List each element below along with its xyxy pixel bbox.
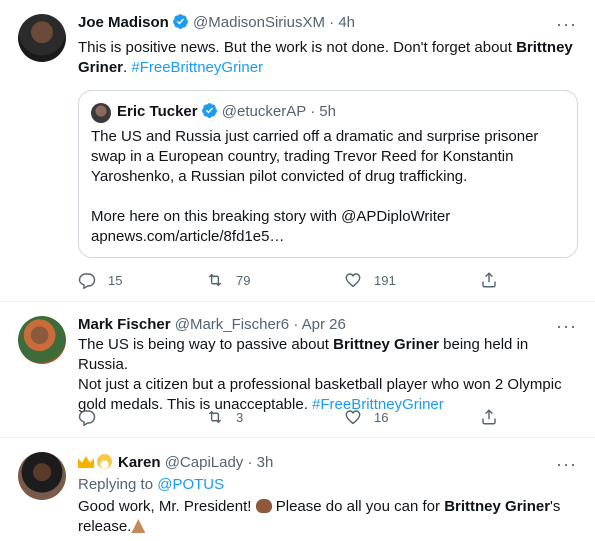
- avatar[interactable]: [18, 316, 66, 364]
- author-handle[interactable]: @CapiLady: [165, 454, 244, 471]
- quoted-tweet[interactable]: Eric Tucker @etuckerAP · 5h The US and R…: [78, 90, 578, 258]
- like-button[interactable]: 191: [344, 271, 396, 289]
- tweet-actions: 3 16: [78, 408, 498, 428]
- share-icon: [482, 272, 496, 288]
- tweet[interactable]: Joe Madison @MadisonSiriusXM · 4h ··· Th…: [0, 0, 595, 302]
- timestamp[interactable]: 4h: [338, 14, 355, 31]
- tweet[interactable]: Karen @CapiLady · 3h ··· Replying to @PO…: [0, 438, 595, 541]
- tweet-text-bold: Brittney: [516, 39, 573, 56]
- retweet-button[interactable]: 79: [206, 271, 250, 289]
- reply-button[interactable]: 15: [78, 271, 122, 289]
- like-count: 16: [374, 409, 389, 425]
- tweet-text-line: The US is being way to passive about Bri…: [78, 335, 578, 375]
- tweet-text: The US is being way to passive about Bri…: [78, 335, 578, 415]
- tweet-text-bold: Griner: [78, 59, 124, 76]
- verified-badge-icon: [201, 102, 218, 125]
- quoted-link-text[interactable]: apnews.com/article/8fd1e5…: [91, 227, 567, 247]
- retweet-icon: [208, 273, 222, 287]
- quoted-text-line: The US and Russia just carried off a dra…: [91, 128, 539, 145]
- hashtag-link[interactable]: #FreeBrittneyGriner: [131, 59, 263, 76]
- quoted-text: The US and Russia just carried off a dra…: [91, 127, 567, 247]
- share-icon: [482, 409, 496, 425]
- replying-to: Replying to @POTUS: [78, 475, 578, 495]
- author-name[interactable]: Karen: [118, 454, 161, 471]
- separator: ·: [293, 316, 299, 333]
- tweet-text-segment: release.: [78, 518, 132, 535]
- verified-badge-icon: [172, 13, 189, 36]
- tweet-text-segment: Good work, Mr. President!: [78, 498, 256, 515]
- tweet[interactable]: Mark Fischer @Mark_Fischer6 · Apr 26 ···…: [0, 302, 595, 438]
- tweet-text-segment: The US is being way to passive about: [78, 336, 334, 353]
- share-button[interactable]: [480, 408, 498, 426]
- author-handle[interactable]: @Mark_Fischer6: [175, 316, 289, 333]
- folded-hands-emoji-icon: [131, 519, 146, 533]
- quoted-text-line: swap in a European country, trading Trev…: [91, 148, 514, 165]
- crown-emoji-icon: [78, 456, 94, 468]
- separator: ·: [329, 14, 335, 31]
- heart-icon: [345, 273, 361, 288]
- clapping-hands-emoji-icon: [255, 499, 272, 513]
- reply-icon: [78, 410, 96, 426]
- quoted-header: Eric Tucker @etuckerAP · 5h: [117, 102, 336, 125]
- heart-icon: [345, 410, 361, 425]
- quoted-avatar[interactable]: [91, 103, 111, 123]
- quoted-timestamp[interactable]: 5h: [319, 103, 336, 120]
- reply-button[interactable]: [78, 408, 108, 426]
- tweet-text-segment: Please do all you can for: [271, 498, 445, 515]
- tweet-header: Joe Madison @MadisonSiriusXM · 4h: [78, 13, 355, 36]
- quoted-author-handle[interactable]: @etuckerAP: [222, 103, 306, 120]
- like-button[interactable]: 16: [344, 408, 388, 426]
- tweet-text-bold: Brittney Griner: [444, 498, 551, 515]
- retweet-count: 79: [236, 272, 251, 288]
- author-name[interactable]: Joe Madison: [78, 14, 169, 31]
- avatar[interactable]: [18, 14, 66, 62]
- tweet-text-segment: 's: [550, 498, 561, 515]
- quoted-author-name[interactable]: Eric Tucker: [117, 103, 198, 120]
- tweet-text-line: Good work, Mr. President! Please do all …: [78, 497, 578, 517]
- tweet-text: This is positive news. But the work is n…: [78, 38, 578, 78]
- tweet-header: Mark Fischer @Mark_Fischer6 · Apr 26: [78, 315, 346, 335]
- timestamp[interactable]: 3h: [257, 454, 274, 471]
- mask-face-emoji-icon: [97, 454, 112, 469]
- timestamp[interactable]: Apr 26: [302, 316, 346, 333]
- tweet-header: Karen @CapiLady · 3h: [78, 453, 273, 473]
- retweet-count: 3: [236, 409, 244, 425]
- share-button[interactable]: [480, 271, 498, 289]
- quoted-text-line: More here on this breaking story with @A…: [91, 208, 451, 225]
- author-name[interactable]: Mark Fischer: [78, 316, 171, 333]
- tweet-text: Good work, Mr. President! Please do all …: [78, 497, 578, 537]
- quoted-text-line: Yaroshenko, a Russian pilot convicted of…: [91, 168, 468, 185]
- reply-icon: [78, 273, 96, 289]
- separator: ·: [247, 454, 253, 471]
- avatar[interactable]: [18, 452, 66, 500]
- more-options-button[interactable]: ···: [556, 317, 577, 335]
- separator: ·: [310, 103, 316, 120]
- tweet-actions: 15 79 191: [78, 271, 498, 291]
- more-options-button[interactable]: ···: [556, 455, 577, 473]
- tweet-text-bold: Brittney Griner: [333, 336, 439, 353]
- like-count: 191: [374, 272, 396, 288]
- replying-to-label: Replying to: [78, 476, 158, 493]
- more-options-button[interactable]: ···: [556, 15, 577, 33]
- retweet-button[interactable]: 3: [206, 408, 243, 426]
- tweet-text-line: Not just a citizen but a professional ba…: [78, 376, 562, 393]
- tweet-text-line: release.: [78, 517, 578, 537]
- tweet-text-segment: This is positive news. But the work is n…: [78, 39, 517, 56]
- author-handle[interactable]: @MadisonSiriusXM: [193, 14, 325, 31]
- retweet-icon: [208, 410, 222, 424]
- reply-count: 15: [108, 272, 123, 288]
- replying-to-link[interactable]: @POTUS: [157, 476, 224, 493]
